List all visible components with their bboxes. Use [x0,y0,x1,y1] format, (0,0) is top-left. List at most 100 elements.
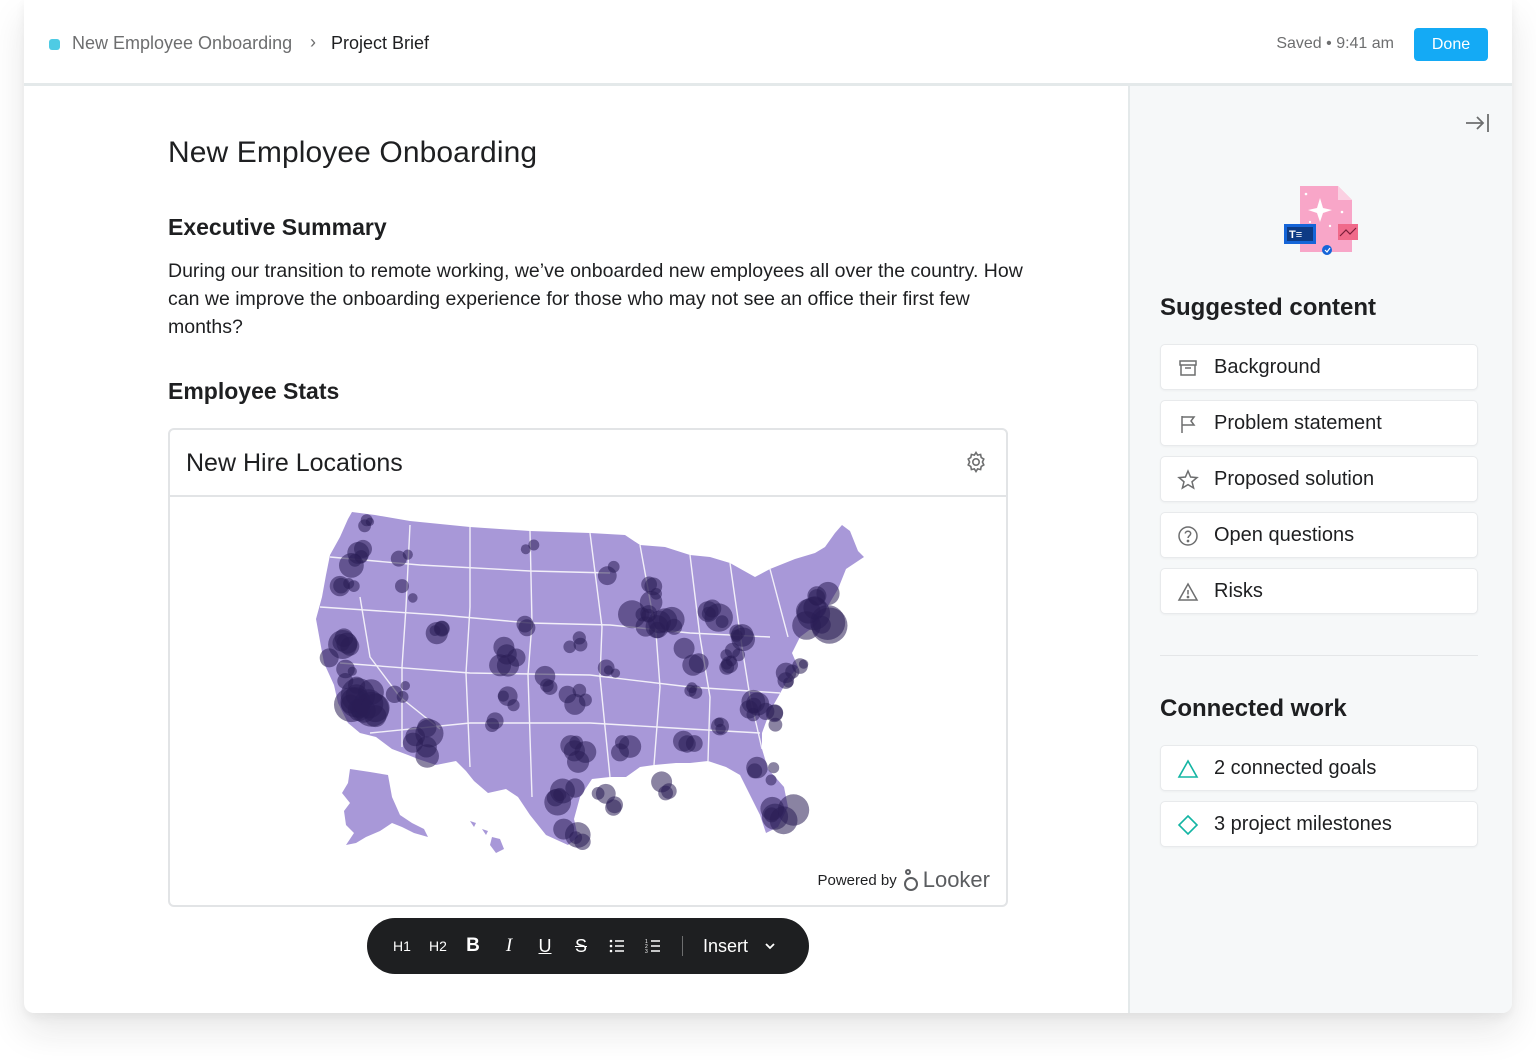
collapse-panel-icon[interactable] [1464,112,1490,134]
saved-status: Saved • 9:41 am [1276,35,1394,52]
hire-location-marker [402,549,413,560]
hire-location-marker [688,653,709,673]
hire-location-marker [415,736,437,758]
toolbar-divider [682,936,683,956]
hire-location-marker [354,689,384,719]
hire-location-marker [606,796,623,814]
hire-location-marker [731,627,755,652]
suggestion-open-questions[interactable]: Open questions [1160,512,1478,558]
suggestion-label: Risks [1214,580,1263,602]
svg-text:3: 3 [645,949,648,954]
executive-summary-text[interactable]: During our transition to remote working,… [168,257,1028,341]
us-map-svg [316,512,864,853]
hire-location-marker [572,683,587,698]
hire-location-marker [516,615,534,633]
looker-embed-widget[interactable]: New Hire Locations Powered by Looker [168,428,1008,907]
suggestion-label: Background [1214,356,1321,378]
sidebar-divider [1160,655,1478,656]
section-heading-employee-stats[interactable]: Employee Stats [168,378,339,405]
connected-goals[interactable]: 2 connected goals [1160,745,1478,791]
hire-location-marker [648,610,671,634]
gear-icon[interactable] [964,450,988,474]
suggestion-label: Problem statement [1214,412,1382,434]
question-circle-icon [1178,526,1198,546]
bold-button[interactable]: B [463,918,483,974]
suggestion-risks[interactable]: Risks [1160,568,1478,614]
hire-location-marker [701,606,716,621]
insert-button[interactable]: Insert [703,918,748,974]
powered-by-text: Powered by [817,871,897,889]
suggestion-problem-statement[interactable]: Problem statement [1160,400,1478,446]
hire-location-marker [358,519,371,533]
formatting-toolbar: H1 H2 B I U S 123 Insert [367,918,809,974]
heading1-button[interactable]: H1 [391,918,413,974]
hire-location-marker [591,787,605,800]
hire-location-marker [757,702,775,720]
hire-location-marker [574,833,591,850]
hire-location-marker [429,625,441,636]
right-sidebar: T≡ Suggested content Background Problem … [1128,86,1512,1013]
hire-location-marker [347,580,360,592]
hire-location-marker [486,712,504,730]
warning-triangle-icon [1177,582,1199,601]
hire-location-marker [685,735,703,752]
widget-title: New Hire Locations [186,449,403,477]
suggested-content-heading: Suggested content [1160,294,1377,321]
numbered-list-icon[interactable]: 123 [645,938,661,954]
hire-location-marker [611,743,629,762]
italic-button[interactable]: I [499,918,519,974]
connected-label: 2 connected goals [1214,757,1377,779]
hire-location-marker [496,654,520,677]
connected-work-heading: Connected work [1160,695,1347,722]
archive-box-icon [1179,360,1197,376]
hire-location-marker [597,659,615,677]
heading2-button[interactable]: H2 [427,918,449,974]
flag-icon [1181,416,1196,433]
document-editor[interactable]: New Employee Onboarding Executive Summar… [24,86,1129,1013]
hire-location-marker [339,553,364,578]
page-title[interactable]: New Employee Onboarding [168,136,537,170]
chevron-down-icon[interactable] [763,939,777,953]
hire-location-marker [783,677,794,688]
hire-location-marker [550,778,575,804]
powered-by-looker: Powered by Looker [818,867,991,893]
suggestion-background[interactable]: Background [1160,344,1478,390]
breadcrumb-project[interactable]: New Employee Onboarding [72,33,292,54]
hire-location-marker [395,579,409,594]
hire-location-marker [715,723,726,735]
looker-wordmark: Looker [922,867,990,892]
hire-location-marker [497,690,509,702]
suggestion-proposed-solution[interactable]: Proposed solution [1160,456,1478,502]
hire-location-marker [574,741,597,763]
project-color-dot [49,39,60,50]
hire-location-marker [803,596,827,620]
hire-location-marker [721,658,733,670]
hire-location-marker [686,682,698,694]
hire-location-marker [334,628,354,647]
done-button[interactable]: Done [1414,28,1488,61]
hire-location-marker [400,681,410,691]
goal-triangle-icon [1177,759,1199,778]
breadcrumb-current-page: Project Brief [331,33,430,53]
suggestion-label: Proposed solution [1214,468,1375,490]
underline-button[interactable]: U [535,918,555,974]
breadcrumb-separator: › [310,32,316,52]
hire-location-marker [528,539,540,551]
milestone-diamond-icon [1177,814,1199,836]
bulleted-list-icon[interactable] [609,938,625,954]
strikethrough-button[interactable]: S [571,918,591,974]
section-heading-executive-summary[interactable]: Executive Summary [168,214,387,241]
document-illustration-icon: T≡ [1284,186,1358,255]
hire-location-marker [644,577,663,596]
hire-location-marker [396,691,409,703]
widget-header: New Hire Locations [170,430,1006,497]
star-icon [1177,469,1199,490]
app-window: New Employee Onboarding › Project Brief … [24,0,1512,1013]
hire-location-marker [607,560,620,573]
hire-location-marker [347,666,357,676]
connected-milestones[interactable]: 3 project milestones [1160,801,1478,847]
looker-mark-icon [903,869,918,891]
hire-location-marker [542,680,558,695]
hire-location-marker [673,637,695,659]
suggestion-label: Open questions [1214,524,1355,546]
